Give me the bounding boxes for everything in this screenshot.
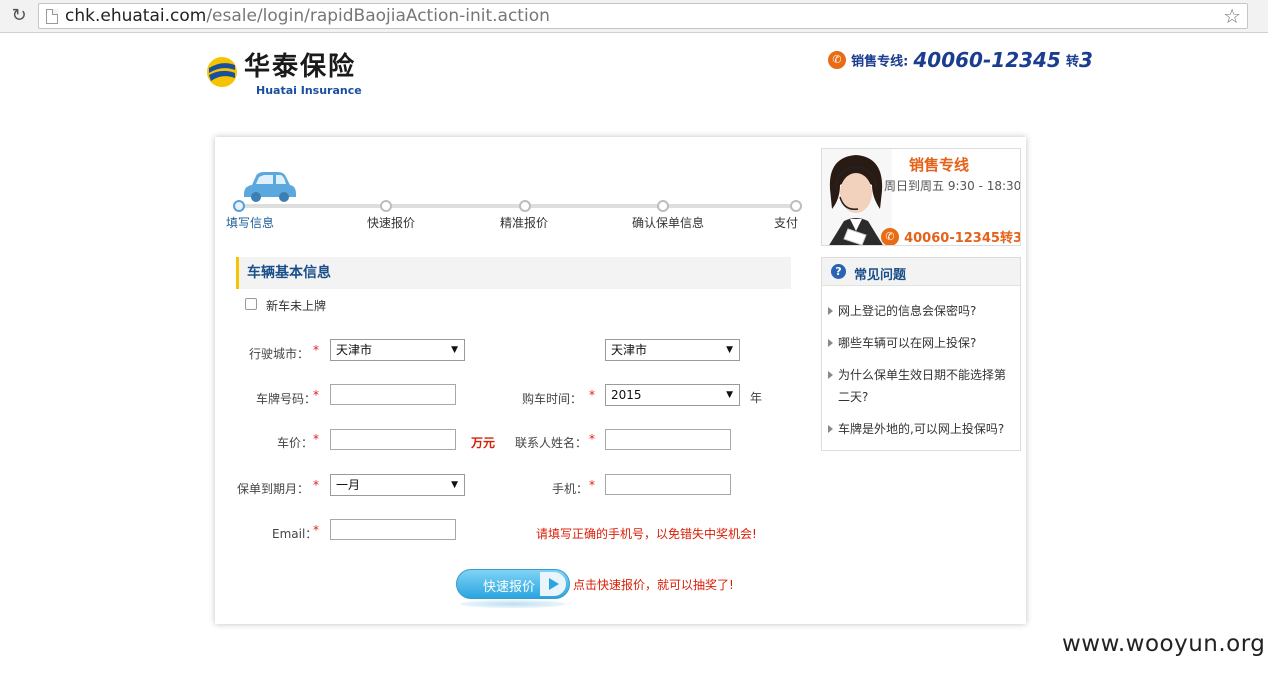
step-dot-1: [233, 200, 245, 212]
sales-phone-number: 40060-12345转3: [904, 231, 1021, 246]
city-label: 行驶城市：: [249, 347, 310, 361]
button-reflection: [460, 600, 566, 608]
mobile-input[interactable]: [605, 474, 731, 495]
purchase-time-label: 购车时间：: [522, 392, 583, 406]
plate-label: 车牌号码：: [256, 392, 317, 406]
faq-box: ? 常见问题 网上登记的信息会保密吗? 哪些车辆可以在网上投保? 为什么保单生效…: [821, 257, 1021, 451]
purchase-year-value: 2015: [611, 388, 642, 402]
faq-header: ? 常见问题: [822, 258, 1020, 286]
step-label-confirm-policy: 确认保单信息: [632, 216, 705, 230]
progress-track: [239, 204, 797, 208]
required-mark: *: [313, 478, 319, 492]
car-price-input[interactable]: [330, 429, 456, 450]
required-mark: *: [313, 523, 319, 537]
new-car-label: 新车未上牌: [266, 299, 327, 313]
faq-item[interactable]: 网上登记的信息会保密吗?: [827, 300, 1015, 322]
section-header: 车辆基本信息: [236, 257, 791, 289]
dropdown-arrow-icon: ▼: [726, 345, 733, 355]
required-mark: *: [313, 432, 319, 446]
car-icon: [244, 172, 296, 202]
step-label-quick-quote: 快速报价: [367, 216, 416, 230]
header-hotline: ✆ 销售专线: 40060-12345 转3: [828, 48, 1093, 72]
email-label: Email：: [272, 527, 318, 541]
quick-quote-button[interactable]: 快速报价: [456, 569, 570, 599]
sales-hours: 周日到周五 9:30 - 18:30: [884, 179, 1021, 193]
new-car-checkbox[interactable]: [245, 298, 257, 310]
email-input[interactable]: [330, 519, 456, 540]
required-mark: *: [589, 478, 595, 492]
play-arrow-icon: [540, 572, 566, 596]
mobile-label: 手机：: [552, 482, 589, 496]
dropdown-arrow-icon: ▼: [451, 480, 458, 490]
sales-title: 销售专线: [909, 156, 970, 174]
purchase-year-select[interactable]: 2015 ▼: [605, 384, 740, 406]
url-host: chk.ehuatai.com: [65, 6, 207, 26]
logo-english-text: Huatai Insurance: [256, 84, 362, 97]
step-dot-3: [519, 200, 531, 212]
dropdown-arrow-icon: ▼: [451, 345, 458, 355]
logo-mark-icon: [207, 57, 237, 87]
sales-hotline-card: 销售专线 周日到周五 9:30 - 18:30 ✆ 40060-12345转3: [821, 148, 1021, 246]
policy-month-select[interactable]: 一月 ▼: [330, 474, 465, 496]
url-path: /esale/login/rapidBaojiaAction-init.acti…: [206, 6, 550, 26]
quote-tip: 点击快速报价，就可以抽奖了!: [573, 578, 734, 592]
address-bar[interactable]: chk.ehuatai.com/esale/login/rapidBaojiaA…: [38, 3, 1248, 29]
sales-phone: ✆ 40060-12345转3: [881, 226, 1021, 246]
city-value: 天津市: [611, 343, 648, 357]
hotline-ext-label: 转: [1065, 54, 1079, 70]
huatai-logo[interactable]: 华泰保险 Huatai Insurance: [206, 52, 362, 98]
hotline-number: 40060-12345: [913, 48, 1061, 72]
policy-month-label: 保单到期月：: [237, 482, 310, 496]
hotline-label: 销售专线:: [851, 54, 909, 70]
phone-icon: ✆: [828, 51, 846, 69]
required-mark: *: [313, 388, 319, 402]
contact-name-input[interactable]: [605, 429, 731, 450]
watermark: www.wooyun.org: [1062, 631, 1266, 657]
required-mark: *: [589, 388, 595, 402]
plate-number-input[interactable]: [330, 384, 456, 405]
page-icon: [46, 9, 58, 24]
step-dot-2: [380, 200, 392, 212]
city-select[interactable]: 天津市 ▼: [605, 339, 740, 361]
city-province-value: 天津市: [336, 343, 373, 357]
hotline-ext: 3: [1078, 48, 1093, 72]
browser-toolbar: ↻ chk.ehuatai.com/esale/login/rapidBaoji…: [0, 0, 1268, 33]
required-mark: *: [313, 343, 319, 357]
question-icon: ?: [831, 264, 846, 279]
year-unit: 年: [750, 391, 763, 405]
faq-item[interactable]: 哪些车辆可以在网上投保?: [827, 332, 1015, 354]
faq-item[interactable]: 为什么保单生效日期不能选择第二天?: [827, 364, 1015, 408]
section-title: 车辆基本信息: [247, 265, 331, 281]
dropdown-arrow-icon: ▼: [726, 390, 733, 400]
step-label-payment: 支付: [774, 216, 799, 230]
contact-name-label: 联系人姓名：: [515, 436, 588, 450]
faq-item[interactable]: 车牌是外地的,可以网上投保吗?: [827, 418, 1015, 440]
quick-quote-label: 快速报价: [483, 580, 536, 595]
policy-month-value: 一月: [336, 478, 361, 492]
required-mark: *: [589, 432, 595, 446]
reload-icon[interactable]: ↻: [8, 5, 30, 27]
step-dot-4: [657, 200, 669, 212]
step-dot-5: [790, 200, 802, 212]
price-label: 车价：: [277, 436, 314, 450]
phone-tip: 请填写正确的手机号，以免错失中奖机会!: [536, 527, 757, 541]
url-text[interactable]: chk.ehuatai.com/esale/login/rapidBaojiaA…: [65, 5, 550, 27]
city-province-select[interactable]: 天津市 ▼: [330, 339, 465, 361]
bookmark-star-icon[interactable]: ☆: [1223, 4, 1241, 28]
step-label-precise-quote: 精准报价: [500, 216, 549, 230]
phone-icon: ✆: [881, 227, 899, 245]
price-unit: 万元: [471, 436, 496, 450]
logo-chinese-text: 华泰保险: [244, 52, 357, 82]
faq-title: 常见问题: [854, 268, 907, 283]
step-label-fill-info: 填写信息: [226, 216, 275, 230]
